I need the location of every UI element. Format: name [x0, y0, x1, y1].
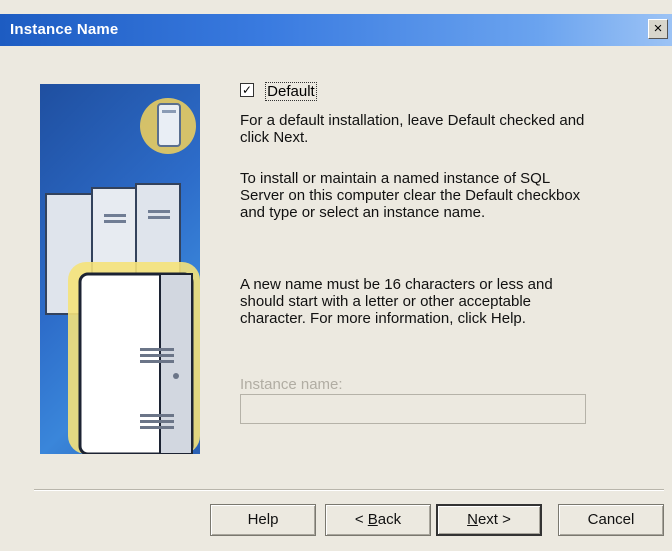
back-button-accelerator: B: [367, 511, 378, 528]
next-button[interactable]: Next >: [436, 504, 542, 536]
server-icon: [45, 98, 200, 454]
default-install-help-text: For a default installation, leave Defaul…: [240, 112, 585, 146]
back-button-prefix: <: [354, 511, 368, 528]
window-title: Instance Name: [10, 21, 119, 38]
default-checkbox[interactable]: ✓: [240, 83, 254, 98]
named-instance-help-text: To install or maintain a named instance …: [240, 170, 581, 221]
default-checkbox-label[interactable]: Default: [265, 81, 317, 101]
close-button[interactable]: ×: [648, 19, 668, 39]
next-button-accelerator: N: [467, 511, 478, 528]
help-button[interactable]: Help: [210, 504, 316, 536]
instance-name-label: Instance name:: [240, 376, 343, 393]
instance-name-input[interactable]: [240, 394, 586, 424]
back-button-rest: ack: [377, 511, 402, 528]
next-button-rest: ext >: [477, 511, 511, 528]
default-checkbox-row[interactable]: ✓ Default: [240, 81, 317, 101]
server-illustration: [40, 84, 200, 454]
dialog-body: ✓ Default For a default installation, le…: [0, 46, 672, 551]
cancel-button[interactable]: Cancel: [558, 504, 664, 536]
back-button[interactable]: < Back: [325, 504, 431, 536]
title-bar: Instance Name ×: [0, 14, 672, 46]
name-rules-text: A new name must be 16 characters or less…: [240, 276, 553, 327]
close-icon: ×: [653, 20, 663, 37]
button-separator: [34, 489, 664, 491]
